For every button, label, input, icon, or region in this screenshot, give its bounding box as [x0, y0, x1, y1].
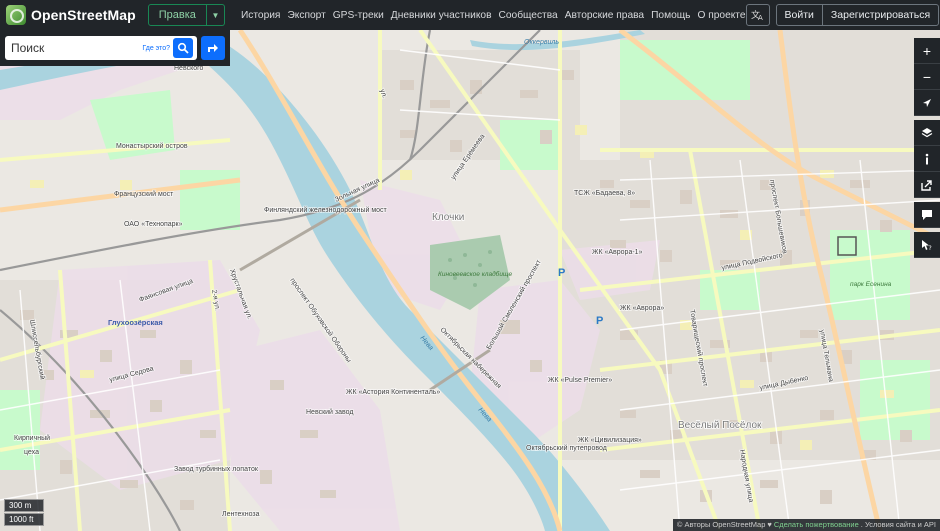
label-zhk-avrora: ЖК «Аврора»: [620, 305, 664, 312]
label-monastyrsky: Монастырский остров: [116, 142, 188, 150]
site-title: OpenStreetMap: [31, 7, 136, 23]
label-astoria: ЖК «Астория Континенталь»: [346, 389, 440, 396]
query-controls: ?: [914, 232, 940, 258]
label-kirpichny: Кирпичный: [14, 434, 50, 442]
edit-button[interactable]: Правка: [147, 4, 207, 26]
heart-icon: ♥: [767, 520, 772, 529]
zoom-out-button[interactable]: −: [914, 64, 940, 90]
nav-history[interactable]: История: [241, 10, 281, 21]
nav-user-diaries[interactable]: Дневники участников: [391, 10, 492, 21]
auth-buttons: Войти Зарегистрироваться: [775, 4, 940, 26]
label-kinoveevskoe: Киновеевское кладбище: [438, 270, 512, 278]
directions-icon: [208, 44, 218, 52]
label-tszh: ТСЖ «Бадаева, 8»: [574, 190, 635, 197]
layer-controls: [914, 120, 940, 198]
donate-link[interactable]: Сделать пожертвование: [774, 520, 859, 530]
attribution-bar: © Авторы OpenStreetMap ♥ Сделать пожертв…: [672, 519, 940, 531]
edit-dropdown-button[interactable]: ▼: [206, 4, 225, 26]
signup-button[interactable]: Зарегистрироваться: [821, 5, 938, 25]
map-svg[interactable]: P P Невского Монастырский остров Француз…: [0, 30, 940, 531]
add-note-button[interactable]: [914, 202, 940, 228]
where-is-this-link[interactable]: Где это?: [142, 45, 170, 52]
osm-logo-icon: [6, 5, 26, 25]
caret-down-icon: ▼: [211, 10, 220, 20]
search-icon: [177, 42, 189, 54]
label-park-esenina: парк Есенина: [850, 281, 892, 288]
map-canvas[interactable]: P P Невского Монастырский остров Француз…: [0, 30, 940, 531]
map-key-button[interactable]: [914, 146, 940, 172]
translate-icon: 文 A: [751, 9, 763, 21]
layers-button[interactable]: [914, 120, 940, 146]
svg-text:A: A: [758, 14, 763, 21]
note-controls: [914, 202, 940, 228]
zoom-controls: + −: [914, 38, 940, 116]
label-lentekhnoza: Лентехноза: [222, 511, 260, 518]
nav-communities[interactable]: Сообщества: [499, 10, 558, 21]
zoom-in-icon: +: [922, 42, 932, 59]
share-icon: [921, 179, 932, 191]
search-input[interactable]: [11, 41, 131, 55]
label-okkervil: Оккервиль: [524, 39, 559, 46]
search-button[interactable]: [173, 38, 193, 58]
query-icon: ?: [922, 239, 932, 251]
scale-imperial: 1000 ft: [4, 513, 44, 526]
parking-sign-2: P: [596, 315, 603, 327]
svg-text:?: ?: [929, 245, 932, 251]
label-finlyandsky: Финляндский железнодорожный мост: [264, 206, 388, 214]
zoom-in-button[interactable]: +: [914, 38, 940, 64]
locate-button[interactable]: [914, 90, 940, 116]
attribution-authors-link[interactable]: © Авторы OpenStreetMap: [677, 520, 766, 530]
label-frantsuzsky: Французский мост: [114, 190, 174, 198]
login-button[interactable]: Войти: [777, 5, 822, 25]
label-nevsky-top: Невского: [174, 65, 204, 72]
edit-button-group: Правка ▼: [147, 4, 225, 26]
label-nevsky-zavod: Невский завод: [306, 408, 353, 416]
share-button[interactable]: [914, 172, 940, 198]
label-tsivilizatsiya: ЖК «Цивилизация»: [578, 437, 642, 444]
scale-metric: 300 m: [4, 499, 44, 512]
top-navigation-bar: OpenStreetMap Правка ▼ История Экспорт G…: [0, 0, 940, 30]
label-tseha: цеха: [24, 449, 39, 456]
site-logo[interactable]: OpenStreetMap: [6, 5, 136, 25]
label-vesely: Весёлый Посёлок: [678, 420, 762, 431]
locate-icon: [923, 98, 931, 107]
nav-export[interactable]: Экспорт: [287, 10, 325, 21]
label-tekhnopark: ОАО «Технопарк»: [124, 221, 183, 228]
search-box: Где это?: [5, 36, 197, 60]
directions-button[interactable]: [201, 36, 225, 60]
label-klochki: Клочки: [432, 212, 464, 223]
label-zavod-turbinnykh: Завод турбинных лопаток: [174, 465, 259, 473]
label-pulse: ЖК «Pulse Premier»: [548, 377, 612, 384]
zoom-out-icon: −: [922, 68, 932, 85]
note-icon: [922, 209, 932, 220]
layers-icon: [921, 127, 933, 137]
nav-copyright[interactable]: Авторские права: [565, 10, 644, 21]
label-zhk-avrora1: ЖК «Аврора-1»: [592, 249, 643, 256]
info-icon: [925, 153, 929, 164]
parking-sign-1: P: [558, 267, 565, 279]
label-glukhoozerskaya: Глухоозёрская: [108, 318, 163, 327]
language-button[interactable]: 文 A: [745, 4, 770, 26]
query-features-button[interactable]: ?: [914, 232, 940, 258]
map-controls: + − ?: [914, 38, 940, 262]
nav-help[interactable]: Помощь: [651, 10, 690, 21]
scale-bar: 300 m 1000 ft: [4, 499, 44, 526]
header-right-tools: 文 A Войти Зарегистрироваться: [745, 4, 940, 26]
nav-about[interactable]: О проекте: [697, 10, 745, 21]
label-oktyabrsky: Октябрьский путепровод: [526, 444, 607, 452]
terms-link[interactable]: . Условия сайта и API: [861, 520, 936, 530]
main-menu: История Экспорт GPS-треки Дневники участ…: [241, 10, 746, 21]
search-panel: Где это?: [0, 30, 230, 66]
nav-gps-traces[interactable]: GPS-треки: [333, 10, 384, 21]
